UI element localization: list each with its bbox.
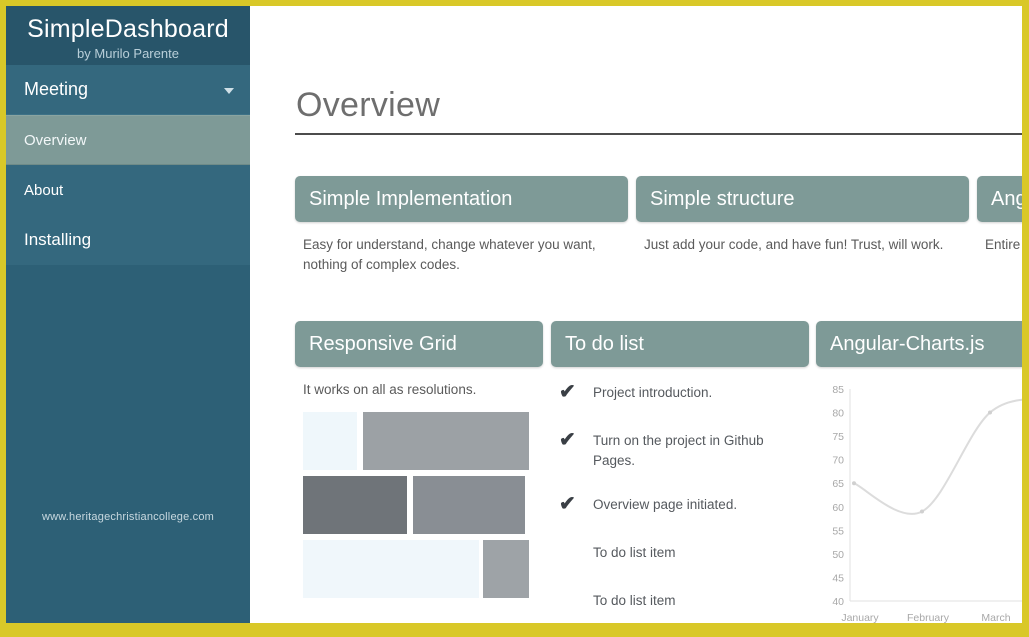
sidebar-item-label-about: About xyxy=(24,181,64,199)
sidebar-item-overview[interactable]: Overview xyxy=(6,115,250,165)
svg-text:January: January xyxy=(841,612,879,623)
card-header[interactable]: Angular-Charts.js xyxy=(816,321,1022,367)
svg-text:70: 70 xyxy=(832,455,844,467)
svg-text:80: 80 xyxy=(832,408,844,420)
card-title: To do list xyxy=(565,332,644,355)
todo-label: To do list item xyxy=(593,593,676,608)
card-to-do-list: To do list ✔ Project introduction. ✔ Tur… xyxy=(551,321,809,623)
card-header[interactable]: Simple Implementation xyxy=(295,176,628,222)
window-content: SimpleDashboard by Murilo Parente Meetin… xyxy=(6,6,1022,623)
svg-text:85: 85 xyxy=(832,384,844,396)
sidebar-item-label-overview: Overview xyxy=(24,131,87,149)
sidebar-group-meeting[interactable]: Meeting xyxy=(6,65,250,115)
list-item[interactable]: To do list item xyxy=(559,543,809,567)
check-icon: ✔ xyxy=(559,381,576,403)
todo-label: Project introduction. xyxy=(593,385,713,400)
sidebar: SimpleDashboard by Murilo Parente Meetin… xyxy=(6,6,250,623)
grid-block xyxy=(483,540,529,598)
responsive-grid-demo xyxy=(303,412,531,612)
card-title: Responsive Grid xyxy=(309,332,457,355)
app-window: SimpleDashboard by Murilo Parente Meetin… xyxy=(0,0,1029,637)
sidebar-empty-area: www.heritagechristiancollege.com xyxy=(6,265,250,595)
sidebar-item-about[interactable]: About xyxy=(6,165,250,215)
chart-canvas: 40 45 50 55 60 65 70 75 80 85 January February March xyxy=(832,384,1022,623)
todo-label: To do list item xyxy=(593,545,676,560)
card-responsive-grid: Responsive Grid It works on all as resol… xyxy=(295,321,543,612)
svg-text:65: 65 xyxy=(832,478,844,490)
line-chart: 40 45 50 55 60 65 70 75 80 85 January February March xyxy=(820,381,1022,623)
grid-block xyxy=(303,412,357,470)
card-title: Angular-Charts.js xyxy=(991,187,1022,210)
list-item[interactable]: ✔ Overview page initiated. xyxy=(559,493,809,519)
card-body: Easy for understand, change whatever you… xyxy=(303,237,596,272)
card-body: Just add your code, and have fun! Trust,… xyxy=(644,237,944,252)
check-icon: ✔ xyxy=(559,429,576,451)
sidebar-item-label-installing: Installing xyxy=(24,230,92,249)
card-body: It works on all as resolutions. xyxy=(303,382,477,397)
svg-text:45: 45 xyxy=(832,572,844,584)
svg-text:75: 75 xyxy=(832,431,844,443)
card-angular-charts-js: Angular-Charts.js 40 45 50 55 60 65 70 75 80 85 Ja… xyxy=(816,321,1022,623)
card-title: Simple Implementation xyxy=(309,187,513,210)
page-title: Overview xyxy=(296,86,441,124)
grid-block xyxy=(303,540,479,598)
card-angular-charts-row1: Angular-Charts.js Entire component xyxy=(977,176,1022,255)
svg-text:50: 50 xyxy=(832,549,844,561)
card-header[interactable]: To do list xyxy=(551,321,809,367)
grid-block xyxy=(303,476,407,534)
brand-header: SimpleDashboard by Murilo Parente xyxy=(6,6,250,65)
main-content: Overview Simple Implementation Easy for … xyxy=(250,6,1022,623)
grid-block xyxy=(363,412,529,470)
list-item[interactable]: ✔ Turn on the project in Github Pages. xyxy=(559,429,809,471)
card-simple-implementation: Simple Implementation Easy for understan… xyxy=(295,176,628,275)
card-title: Angular-Charts.js xyxy=(830,332,985,355)
sidebar-item-installing[interactable]: Installing xyxy=(6,215,250,265)
sidebar-group-label: Meeting xyxy=(24,79,89,99)
svg-text:March: March xyxy=(981,612,1010,623)
card-title: Simple structure xyxy=(650,187,795,210)
list-item[interactable]: To do list item xyxy=(559,591,809,615)
brand-title: SimpleDashboard xyxy=(27,15,229,43)
todo-label: Turn on the project in Github Pages. xyxy=(593,433,764,468)
brand-subtitle: by Murilo Parente xyxy=(77,46,179,61)
svg-text:40: 40 xyxy=(832,596,844,608)
svg-text:60: 60 xyxy=(832,502,844,514)
card-simple-structure: Simple structure Just add your code, and… xyxy=(636,176,969,255)
watermark-text: www.heritagechristiancollege.com xyxy=(41,511,215,523)
todo-label: Overview page initiated. xyxy=(593,497,738,512)
svg-text:55: 55 xyxy=(832,525,844,537)
card-body: Entire component xyxy=(985,237,1022,252)
check-icon: ✔ xyxy=(559,493,576,515)
todo-list: ✔ Project introduction. ✔ Turn on the pr… xyxy=(559,381,809,615)
title-divider xyxy=(295,133,1022,135)
svg-text:February: February xyxy=(907,612,950,623)
chevron-down-icon xyxy=(224,87,234,94)
card-header[interactable]: Angular-Charts.js xyxy=(977,176,1022,222)
list-item[interactable]: ✔ Project introduction. xyxy=(559,381,809,407)
grid-block xyxy=(413,476,525,534)
card-header[interactable]: Responsive Grid xyxy=(295,321,543,367)
card-header[interactable]: Simple structure xyxy=(636,176,969,222)
